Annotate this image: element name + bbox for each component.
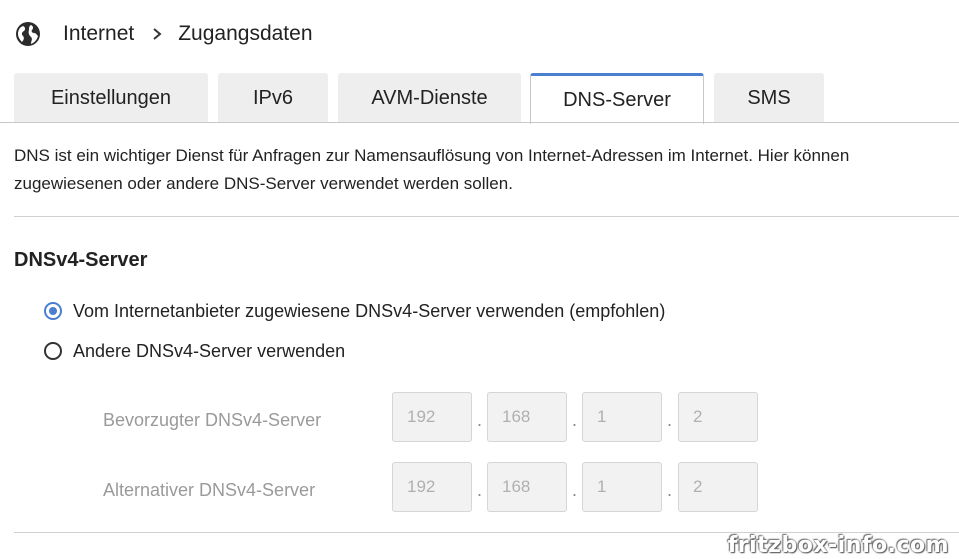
watermark: fritzbox-info.com [727,533,949,558]
breadcrumb: Internet Zugangsdaten [14,18,313,50]
radio-provider-label[interactable]: Vom Internetanbieter zugewiesene DNSv4-S… [73,301,665,322]
intro-text: DNS ist ein wichtiger Dienst für Anfrage… [14,142,959,198]
preferred-dns-octet-4[interactable] [678,392,758,442]
breadcrumb-section[interactable]: Internet [63,22,134,46]
preferred-dns-octet-1[interactable] [392,392,472,442]
tab-dns-server[interactable]: DNS-Server [530,73,704,124]
intro-line-1: DNS ist ein wichtiger Dienst für Anfrage… [14,146,850,165]
ip-separator: . [477,480,483,500]
ip-separator: . [477,410,483,430]
radio-button[interactable] [44,342,62,360]
alternative-dns-octet-3[interactable] [582,462,662,512]
alternative-dns-octet-2[interactable] [487,462,567,512]
intro-line-2: zugewiesenen oder andere DNS-Server verw… [14,174,513,193]
ip-separator: . [667,410,673,430]
radio-other-dns[interactable]: Andere DNSv4-Server verwenden [44,339,345,363]
tab-label: DNS-Server [563,88,671,111]
tab-label: AVM-Dienste [371,86,488,109]
alternative-dns-label: Alternativer DNSv4-Server [103,480,316,500]
ip-separator: . [572,410,578,430]
ip-separator: . [572,480,578,500]
tab-label: IPv6 [252,86,294,109]
section-divider [14,216,959,217]
dnsv4-section-title: DNSv4-Server [14,249,148,271]
preferred-dns-octet-3[interactable] [582,392,662,442]
alternative-dns-octet-4[interactable] [678,462,758,512]
preferred-dns-octet-2[interactable] [487,392,567,442]
tab-einstellungen[interactable]: Einstellungen [14,73,208,123]
globe-icon [16,22,40,46]
ip-separator: . [667,480,673,500]
tab-sms[interactable]: SMS [714,73,824,123]
tab-label: SMS [747,86,791,109]
tab-ipv6[interactable]: IPv6 [218,73,328,123]
radio-other-label[interactable]: Andere DNSv4-Server verwenden [73,341,345,362]
chevron-right-icon [153,28,162,40]
tab-avm-dienste[interactable]: AVM-Dienste [338,73,521,123]
breadcrumb-page: Zugangsdaten [178,22,313,45]
preferred-dns-label: Bevorzugter DNSv4-Server [103,410,322,430]
tab-bar-divider [0,122,959,123]
tab-label: Einstellungen [50,86,172,109]
alternative-dns-octet-1[interactable] [392,462,472,512]
radio-button-checked[interactable] [44,302,62,320]
radio-provider-dns[interactable]: Vom Internetanbieter zugewiesene DNSv4-S… [44,299,665,323]
